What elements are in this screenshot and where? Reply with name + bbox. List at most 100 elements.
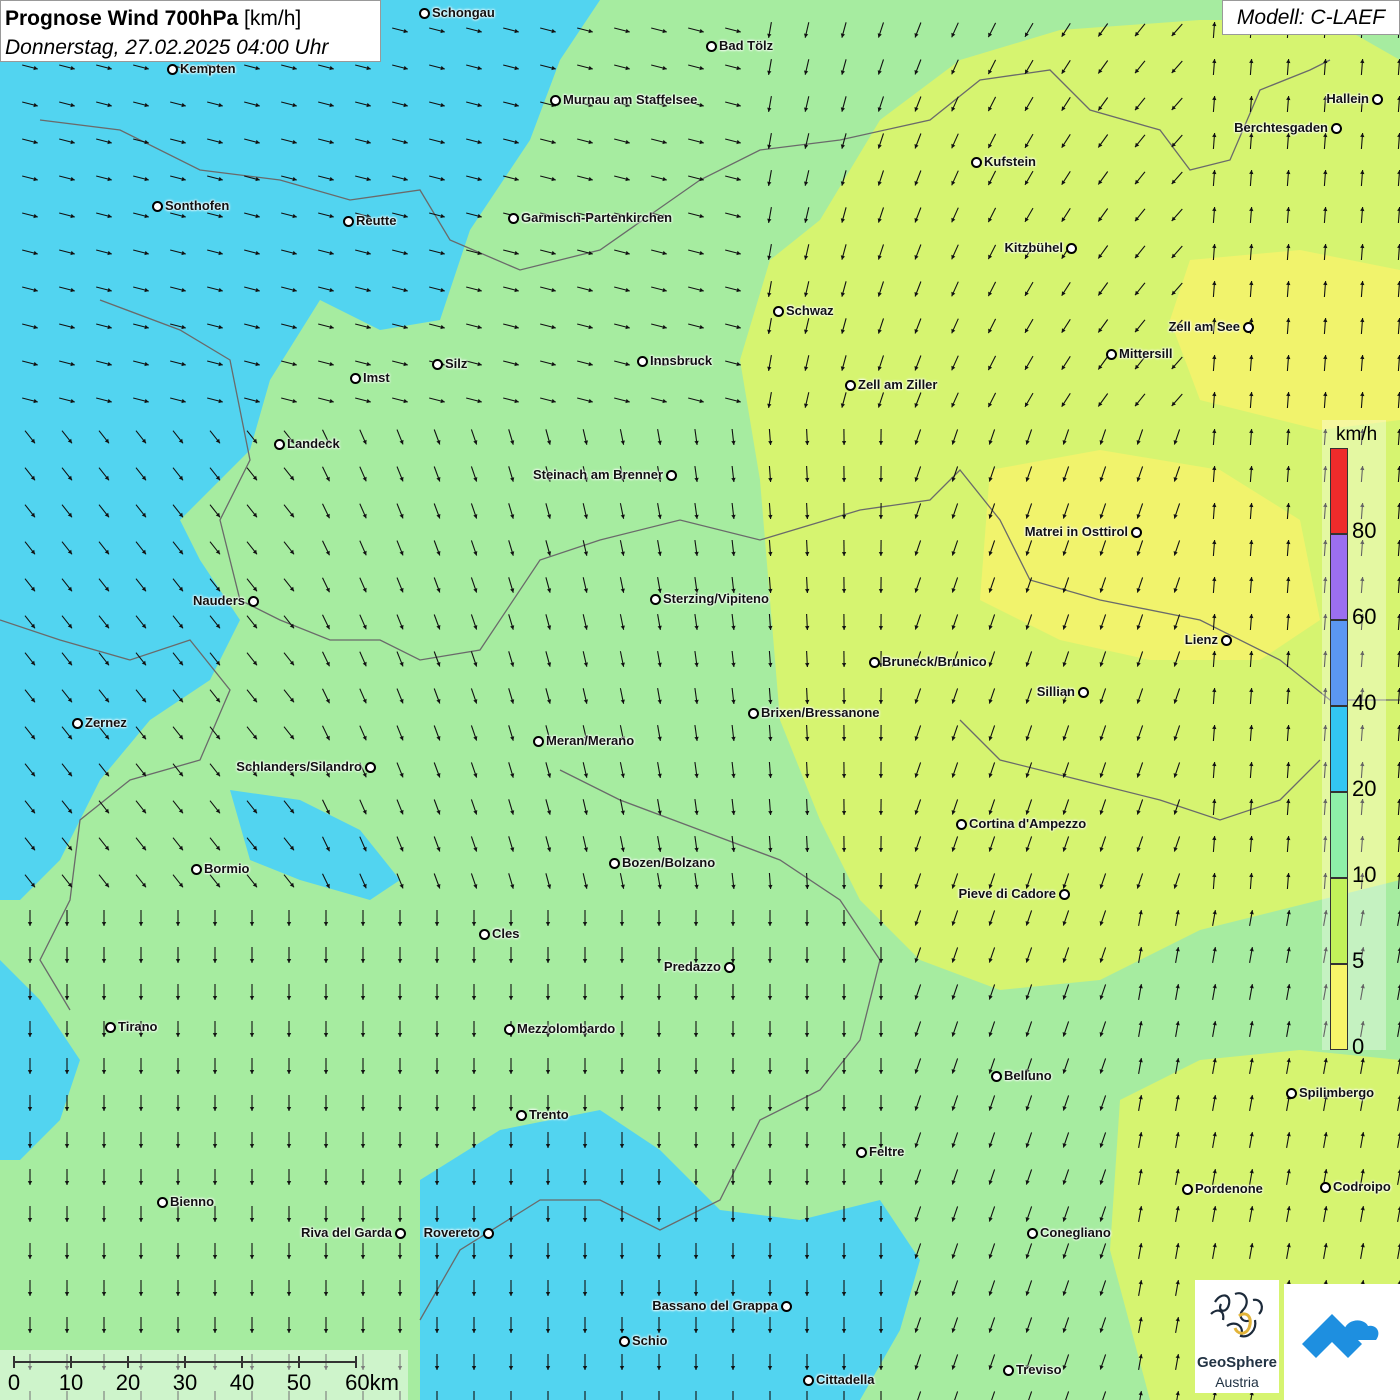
city-label: Schwaz (786, 303, 834, 318)
legend-color-band (1330, 964, 1348, 1050)
model-label: Modell: C-LAEF (1222, 0, 1400, 35)
city-label: Imst (363, 370, 390, 385)
city-dot-icon (419, 8, 430, 19)
scale-label-10: 10 (58, 1370, 84, 1395)
city-label: Meran/Merano (546, 733, 635, 748)
city-dot-icon (274, 439, 285, 450)
city-dot-icon (1059, 889, 1070, 900)
legend-color-band (1330, 706, 1348, 792)
city-label: Riva del Garda (300, 1225, 392, 1240)
city-dot-icon (845, 380, 856, 391)
city-dot-icon (508, 213, 519, 224)
city-label: Zell am Ziller (858, 377, 938, 392)
legend-tick-label: 80 (1352, 518, 1377, 543)
legend-color-band (1330, 792, 1348, 878)
city-label: Bruneck/Brunico (882, 654, 987, 669)
city-dot-icon (1372, 94, 1383, 105)
city-dot-icon (971, 157, 982, 168)
city-label: Feltre (869, 1144, 905, 1159)
city-label: Conegliano (1040, 1225, 1111, 1240)
geosphere-logo-text: GeoSphere (1196, 1354, 1278, 1371)
scale-label-50: 50 (286, 1370, 312, 1395)
title-box: Prognose Wind 700hPa [km/h] Donnerstag, … (0, 0, 381, 62)
color-legend: km/h 80 60 40 20 10 5 0 (1322, 420, 1386, 1059)
legend-color-band (1330, 878, 1348, 964)
city-dot-icon (1027, 1228, 1038, 1239)
city-dot-icon (1331, 123, 1342, 134)
city-label: Steinach am Brenner (532, 467, 663, 482)
city-dot-icon (724, 962, 735, 973)
city-dot-icon (191, 864, 202, 875)
city-dot-icon (550, 95, 561, 106)
city-label: Garmisch-Partenkirchen (521, 210, 673, 225)
geosphere-logo-subtext: Austria (1215, 1374, 1259, 1390)
city-label: Treviso (1016, 1362, 1062, 1377)
city-label: Hallein (1326, 91, 1369, 106)
city-dot-icon (856, 1147, 867, 1158)
city-label: Codroipo (1333, 1179, 1391, 1194)
legend-tick-label: 20 (1352, 776, 1377, 801)
legend-color-band (1330, 534, 1348, 620)
city-dot-icon (1131, 527, 1142, 538)
city-label: Silz (445, 356, 468, 371)
city-dot-icon (395, 1228, 406, 1239)
city-label: Zell am See (1168, 319, 1240, 334)
city-dot-icon (504, 1024, 515, 1035)
legend-tick-label: 10 (1352, 862, 1377, 887)
legend-tick-label: 0 (1352, 1034, 1365, 1059)
city-label: Kitzbühel (1004, 240, 1064, 255)
city-label: Murnau am Staffelsee (563, 92, 698, 107)
legend-color-band (1330, 448, 1348, 534)
city-dot-icon (167, 64, 178, 75)
scale-label-0: 0 (7, 1370, 21, 1395)
city-label: Berchtesgaden (1234, 120, 1328, 135)
city-label: Zernez (85, 715, 127, 730)
city-label: Schio (632, 1333, 668, 1348)
wind-forecast-map: Prognose Wind 700hPa [km/h] Donnerstag, … (0, 0, 1400, 1400)
map-title-unit: [km/h] (244, 7, 302, 30)
mountain-logo-icon (1302, 1314, 1379, 1358)
city-label: Landeck (287, 436, 340, 451)
city-dot-icon (157, 1197, 168, 1208)
city-dot-icon (479, 929, 490, 940)
city-label: Brixen/Bressanone (761, 705, 880, 720)
city-dot-icon (350, 373, 361, 384)
city-label: Kempten (180, 61, 236, 76)
scale-label-20: 20 (115, 1370, 141, 1395)
scale-label-40: 40 (229, 1370, 255, 1395)
city-dot-icon (432, 359, 443, 370)
city-label: Bienno (170, 1194, 215, 1209)
scale-label-30: 30 (172, 1370, 198, 1395)
partner-logo[interactable] (1284, 1284, 1400, 1400)
city-label: Cortina d'Ampezzo (969, 816, 1087, 831)
geosphere-logo[interactable]: GeoSphere Austria (1195, 1280, 1279, 1393)
city-dot-icon (637, 356, 648, 367)
city-dot-icon (365, 762, 376, 773)
geosphere-mark-icon (1210, 1292, 1263, 1338)
city-dot-icon (706, 41, 717, 52)
city-label: Mittersill (1119, 346, 1173, 361)
city-dot-icon (533, 736, 544, 747)
legend-tick-label: 5 (1352, 948, 1365, 973)
city-dot-icon (748, 708, 759, 719)
city-dot-icon (483, 1228, 494, 1239)
city-dot-icon (1003, 1365, 1014, 1376)
city-label: Nauders (192, 593, 245, 608)
legend-tick-label: 40 (1352, 690, 1377, 715)
city-label: Matrei in Osttirol (1024, 524, 1128, 539)
map-title: Prognose Wind 700hPa [km/h] (5, 4, 376, 33)
scale-bar: 0 10 20 30 40 50 60km (0, 1350, 408, 1400)
city-label: Lienz (1184, 632, 1218, 647)
scale-label-60km: 60km (345, 1370, 399, 1395)
city-label: Cittadella (816, 1372, 875, 1387)
city-dot-icon (1320, 1182, 1331, 1193)
city-dot-icon (1106, 349, 1117, 360)
city-dot-icon (773, 306, 784, 317)
city-label: Mezzolombardo (517, 1021, 616, 1036)
city-dot-icon (803, 1375, 814, 1386)
city-label: Bassano del Grappa (652, 1298, 778, 1313)
city-dot-icon (666, 470, 677, 481)
city-label: Spilimbergo (1299, 1085, 1375, 1100)
city-label: Tirano (118, 1019, 158, 1034)
city-label: Sillian (1036, 684, 1075, 699)
